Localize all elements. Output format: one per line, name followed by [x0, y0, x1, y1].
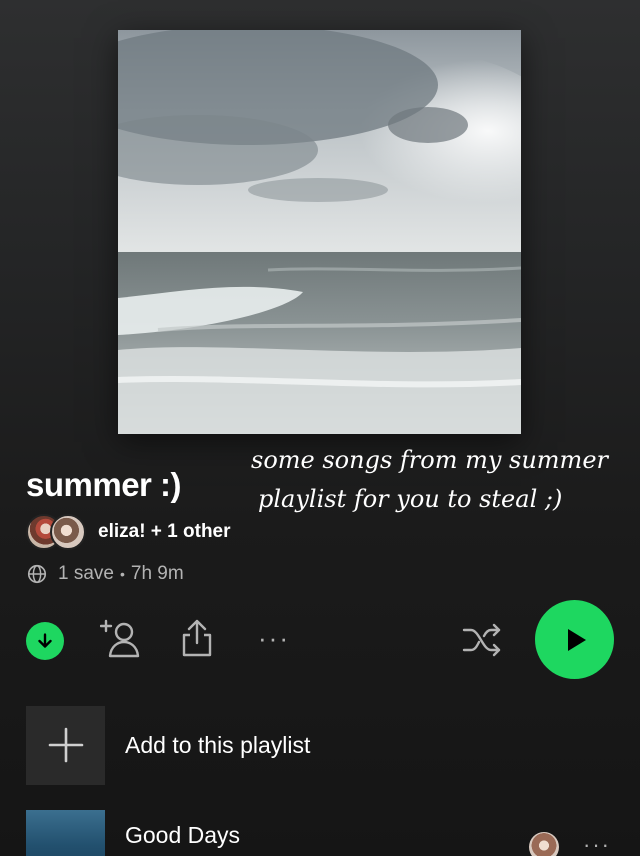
add-to-playlist-tile: [26, 705, 105, 785]
owners-label: eliza! + 1 other: [98, 521, 231, 542]
plus-icon: [48, 727, 83, 763]
playlist-meta: 1 save • 7h 9m: [26, 561, 184, 587]
add-to-playlist-label: Add to this playlist: [125, 731, 311, 758]
track-added-by-avatar: [529, 832, 559, 856]
shuffle-icon: [462, 623, 501, 657]
play-icon: [567, 628, 586, 651]
add-collaborator-button[interactable]: [100, 618, 142, 660]
playlist-cover-image: [118, 30, 521, 434]
play-button[interactable]: [535, 600, 614, 679]
share-icon: [182, 619, 212, 657]
share-button[interactable]: [179, 617, 215, 659]
playlist-title: summer :): [26, 466, 182, 503]
more-icon: ···: [258, 622, 290, 653]
add-user-icon: [100, 619, 140, 658]
track-title: Good Days: [125, 822, 241, 848]
playlist-caption-line-1: some songs from my summer: [251, 446, 608, 474]
meta-separator: •: [119, 566, 125, 582]
track-row[interactable]: Good Days ···: [26, 810, 640, 856]
playlist-duration: 7h 9m: [130, 563, 184, 584]
shuffle-button[interactable]: [461, 620, 503, 660]
playlist-owners[interactable]: eliza! + 1 other: [26, 514, 231, 550]
globe-icon: [27, 564, 47, 584]
download-icon: [38, 633, 52, 648]
add-to-playlist-row[interactable]: Add to this playlist: [26, 705, 616, 785]
download-button[interactable]: [26, 622, 64, 660]
track-more-icon[interactable]: ···: [583, 832, 611, 856]
collaborator-avatar: [50, 514, 86, 550]
saves-count: 1 save: [58, 563, 114, 584]
playlist-caption-line-2: playlist for you to steal ;): [258, 485, 563, 513]
more-options-button[interactable]: ···: [254, 623, 294, 653]
track-album-art: [26, 810, 105, 856]
